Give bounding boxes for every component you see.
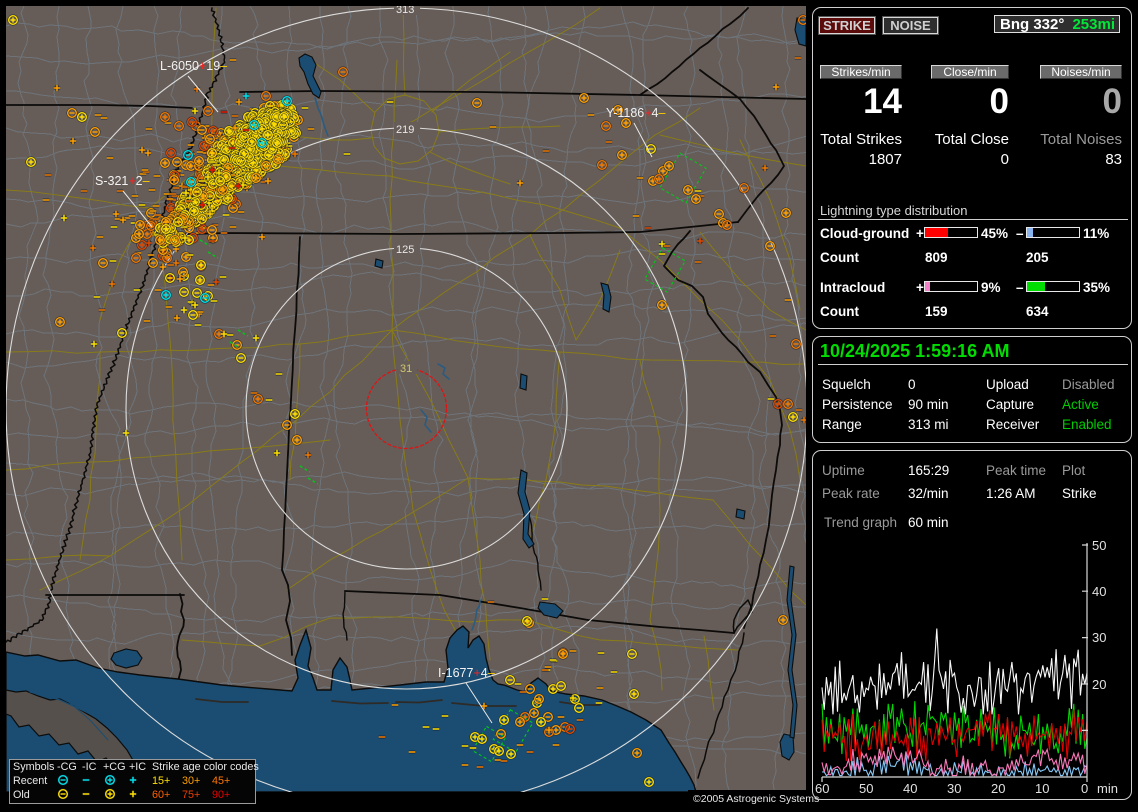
svg-text:Recent: Recent (13, 775, 47, 787)
svg-text:45+: 45+ (212, 775, 230, 787)
svg-text:©2005 Astrogenic Systems: ©2005 Astrogenic Systems (693, 793, 819, 805)
svg-text:Old: Old (13, 789, 30, 801)
svg-text:Symbols: Symbols (13, 761, 55, 773)
svg-text:219: 219 (396, 124, 414, 136)
svg-text:75+: 75+ (182, 789, 200, 801)
svg-text:15+: 15+ (152, 775, 170, 787)
svg-text:30+: 30+ (182, 775, 200, 787)
svg-text:+IC: +IC (129, 761, 146, 773)
svg-text:Strike age color codes: Strike age color codes (152, 761, 259, 773)
svg-text:L-6050+19–: L-6050+19– (160, 59, 227, 73)
svg-text:31: 31 (400, 363, 412, 375)
svg-text:I-1677+4–: I-1677+4– (438, 666, 495, 680)
svg-text:Y-1186+4–: Y-1186+4– (606, 106, 666, 120)
svg-text:313: 313 (396, 4, 414, 16)
svg-text:-CG: -CG (57, 761, 77, 773)
svg-text:125: 125 (396, 244, 414, 256)
svg-text:60+: 60+ (152, 789, 170, 801)
svg-text:S-321+2–: S-321+2– (95, 174, 150, 188)
svg-text:-IC: -IC (82, 761, 97, 773)
svg-text:+CG: +CG (103, 761, 126, 773)
svg-text:90+: 90+ (212, 789, 230, 801)
